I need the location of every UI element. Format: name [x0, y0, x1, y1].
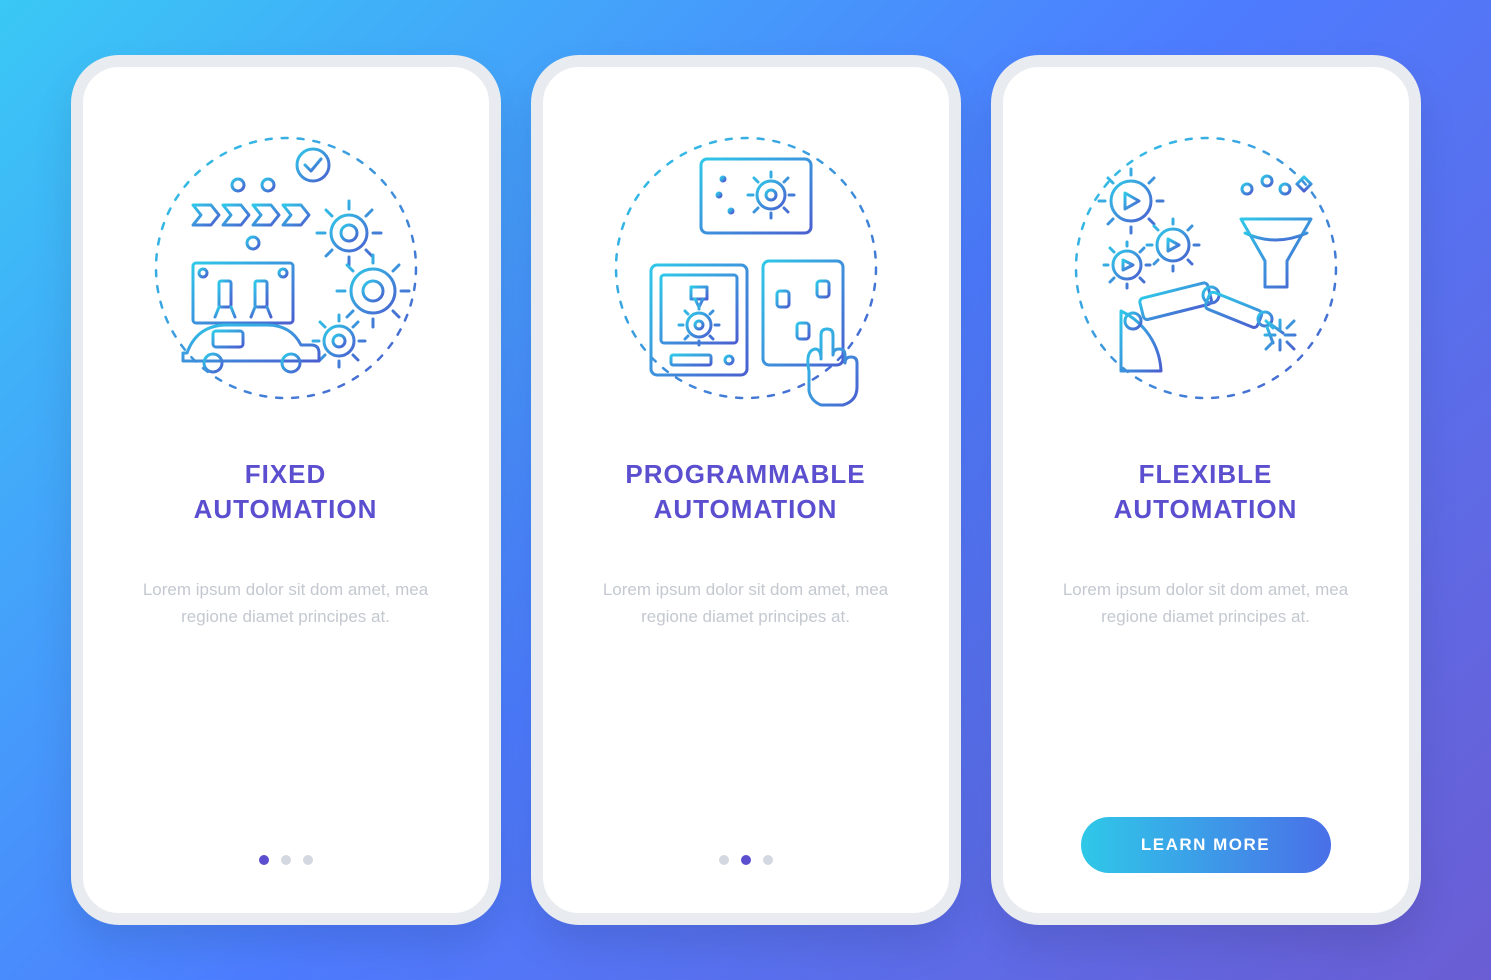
screen-body: Lorem ipsum dolor sit dom amet, mea regi…	[1056, 577, 1356, 630]
page-indicator	[259, 855, 313, 865]
dot-1[interactable]	[259, 855, 269, 865]
onboarding-screen-programmable: PROGRAMMABLEAUTOMATION Lorem ipsum dolor…	[531, 55, 961, 925]
programmable-automation-icon	[601, 123, 891, 413]
dot-2[interactable]	[741, 855, 751, 865]
flexible-automation-icon	[1061, 123, 1351, 413]
dot-1[interactable]	[719, 855, 729, 865]
learn-more-button[interactable]: LEARN MORE	[1081, 817, 1331, 873]
dot-3[interactable]	[763, 855, 773, 865]
fixed-automation-icon	[141, 123, 431, 413]
screen-body: Lorem ipsum dolor sit dom amet, mea regi…	[136, 577, 436, 630]
dot-2[interactable]	[281, 855, 291, 865]
screen-title: FIXEDAUTOMATION	[194, 457, 378, 527]
onboarding-screen-fixed: FIXEDAUTOMATION Lorem ipsum dolor sit do…	[71, 55, 501, 925]
dot-3[interactable]	[303, 855, 313, 865]
screen-body: Lorem ipsum dolor sit dom amet, mea regi…	[596, 577, 896, 630]
onboarding-screen-flexible: FLEXIBLEAUTOMATION Lorem ipsum dolor sit…	[991, 55, 1421, 925]
page-indicator	[719, 855, 773, 865]
screen-title: FLEXIBLEAUTOMATION	[1114, 457, 1298, 527]
screen-title: PROGRAMMABLEAUTOMATION	[625, 457, 865, 527]
